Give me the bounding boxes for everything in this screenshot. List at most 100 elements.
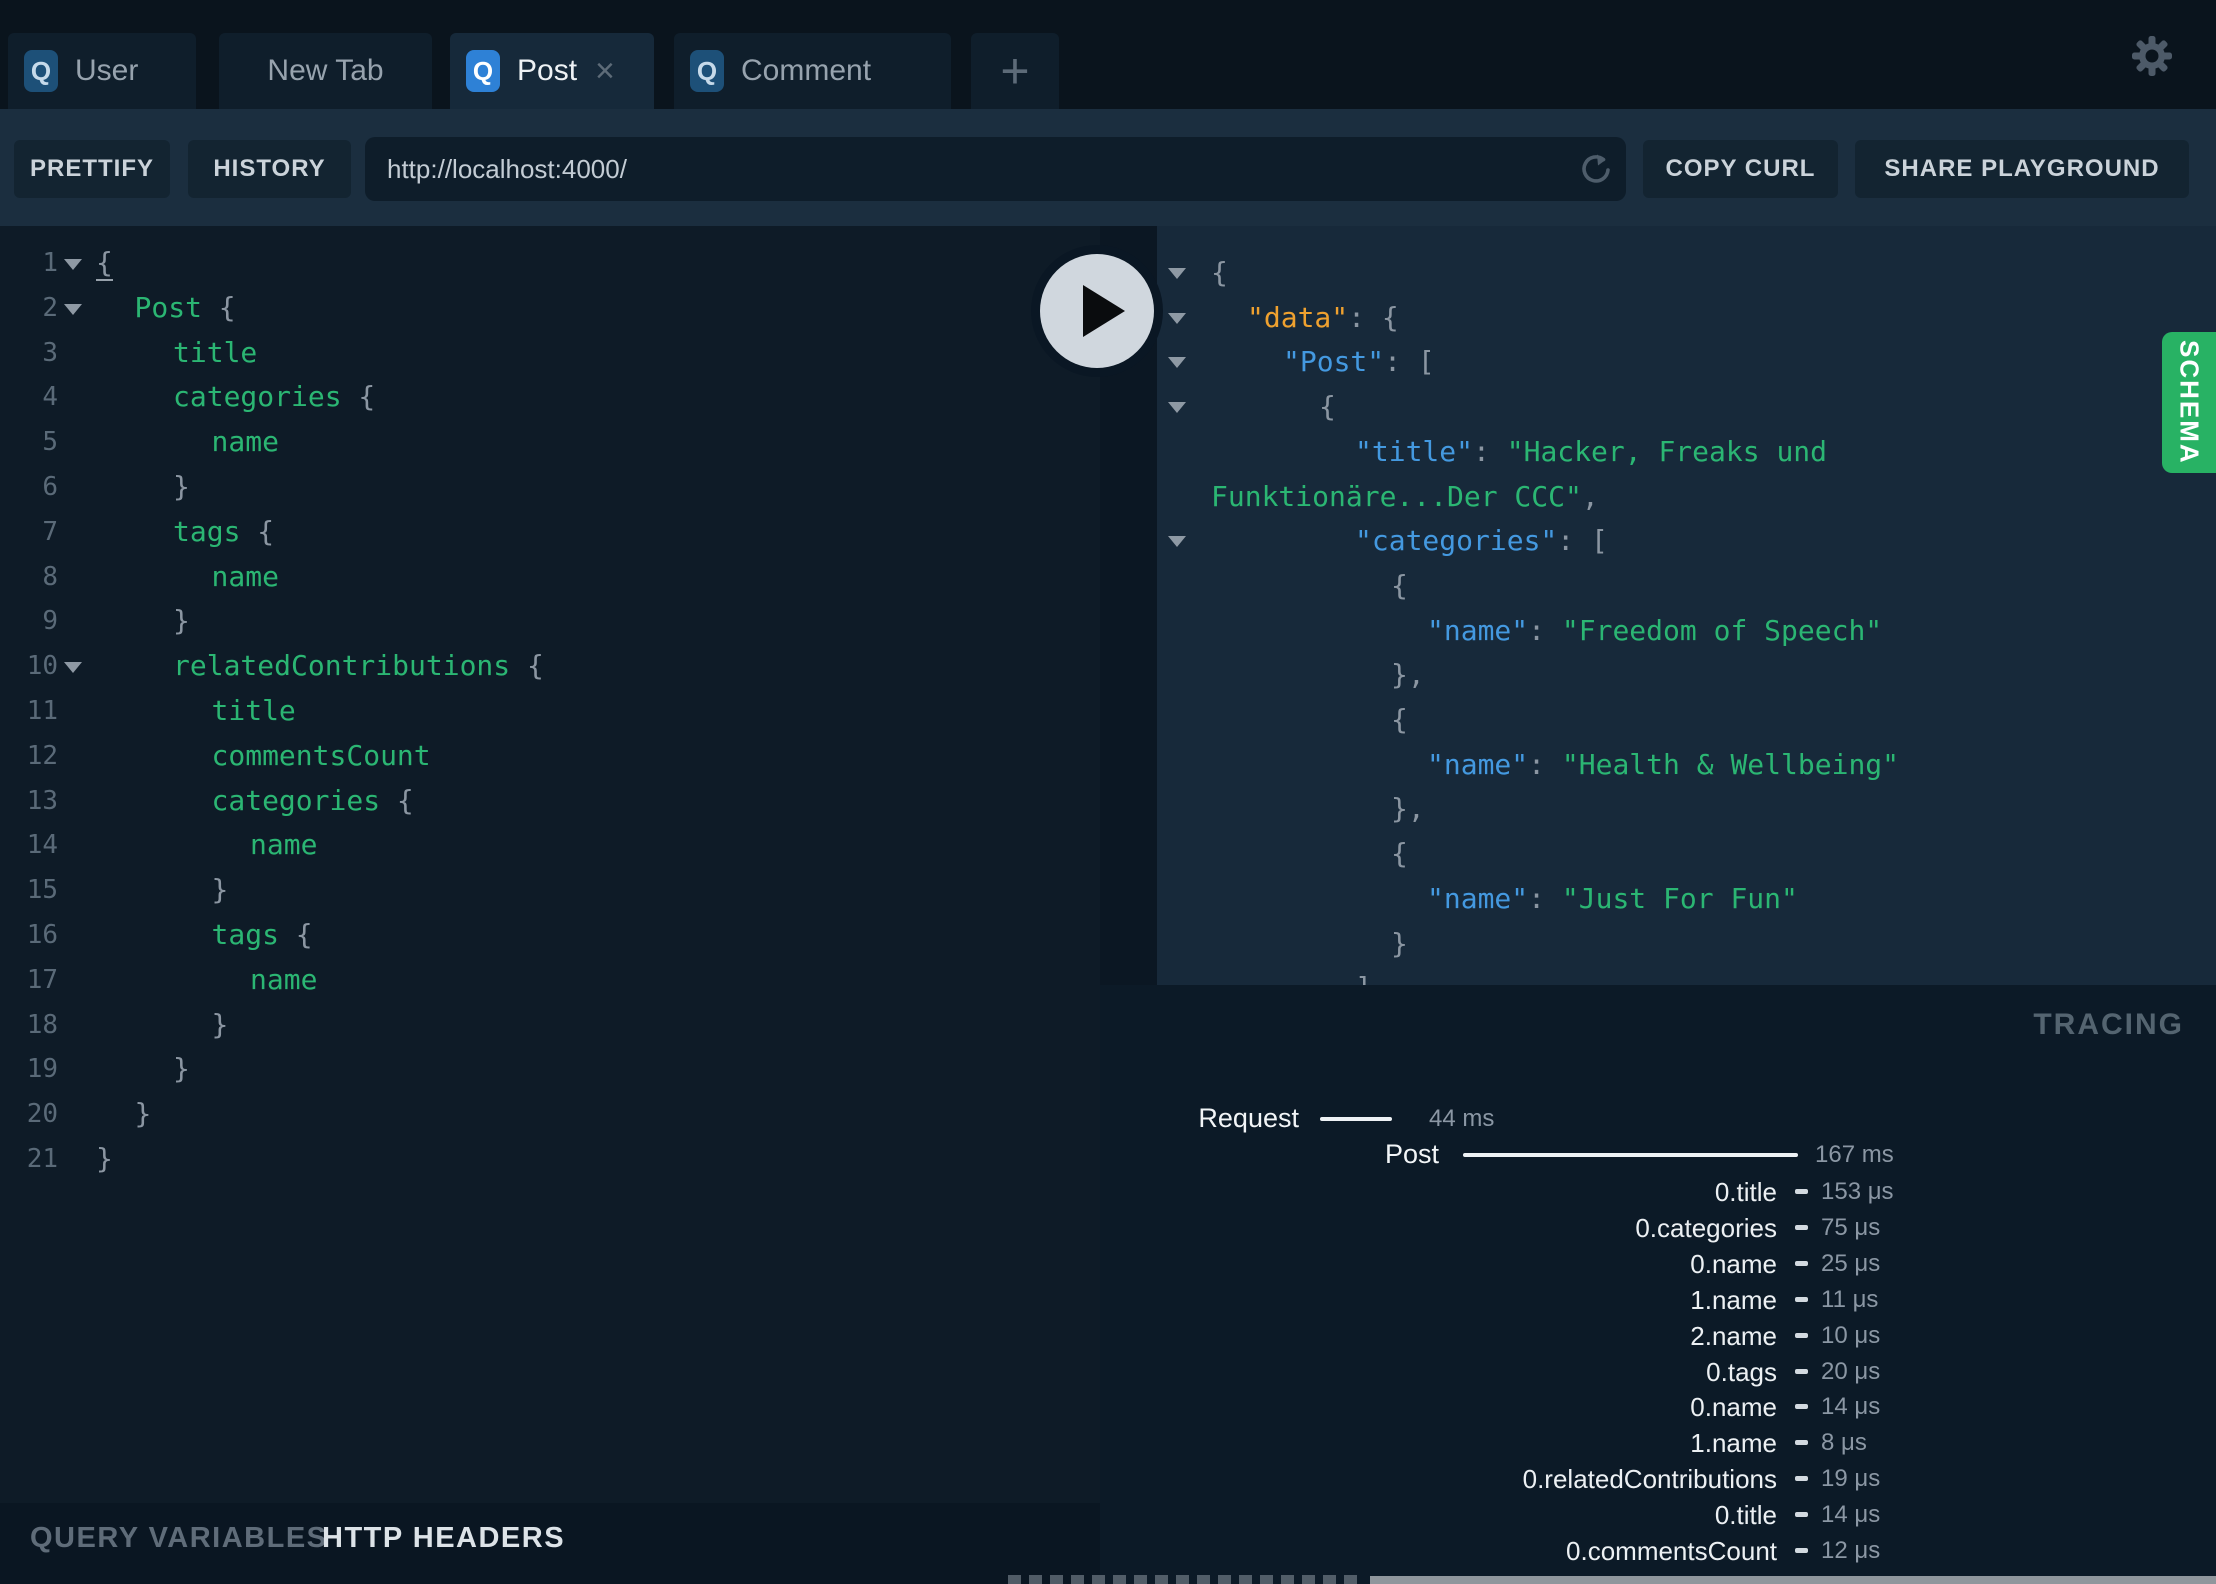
editor-line-number: 5 — [42, 427, 58, 458]
code-token: tags — [211, 918, 279, 951]
editor-code-line: name — [250, 958, 317, 1002]
editor-line-number: 11 — [26, 696, 58, 726]
tracing-field-label: 0.name — [1690, 1392, 1777, 1423]
clipped-bottom-text — [1008, 1575, 1364, 1584]
tab-user[interactable]: Q User — [8, 33, 196, 109]
json-token: } — [1391, 926, 1408, 960]
endpoint-url-input[interactable] — [365, 137, 1626, 201]
json-token: { — [1319, 390, 1336, 424]
fold-arrow-icon[interactable] — [64, 259, 82, 270]
json-token: { — [1391, 837, 1408, 871]
prettify-button[interactable]: PRETTIFY — [14, 140, 170, 198]
response-json-line: "data": { — [1247, 296, 1399, 340]
tracing-field-dash — [1795, 1512, 1808, 1518]
code-token: { — [240, 514, 275, 548]
editor-line-number: 20 — [26, 1099, 58, 1130]
http-headers-tab[interactable]: HTTP HEADERS — [322, 1522, 565, 1555]
response-json-line: }, — [1391, 787, 1425, 831]
fold-arrow-icon[interactable] — [1168, 536, 1186, 548]
tracing-field-dash — [1795, 1189, 1808, 1194]
response-json-line: "name": "Health & Wellbeing" — [1427, 743, 1899, 787]
editor-line-number: 10 — [26, 651, 58, 682]
editor-code-line: categories { — [173, 375, 375, 419]
tracing-post-time: 167 ms — [1815, 1141, 1894, 1168]
tracing-field-label: 1.name — [1690, 1428, 1777, 1459]
response-json-line: { — [1319, 385, 1336, 429]
settings-gear-icon[interactable] — [2130, 34, 2174, 78]
editor-line-number: 4 — [42, 382, 58, 413]
query-editor[interactable]: 1{2 Post {3 title 4 categories {5 name 6} 7 tags… — [0, 226, 1100, 1584]
horizontal-scrollbar[interactable] — [1370, 1576, 2216, 1584]
close-tab-icon[interactable]: × — [595, 54, 615, 88]
fold-arrow-icon[interactable] — [1168, 357, 1186, 369]
execute-query-button[interactable] — [1031, 245, 1163, 377]
fold-arrow-icon[interactable] — [1168, 312, 1186, 324]
response-json-line: } — [1391, 922, 1408, 966]
tracing-field-time: 19 μs — [1821, 1465, 1881, 1493]
history-button[interactable]: HISTORY — [188, 140, 351, 198]
json-token: "categories" — [1355, 524, 1558, 558]
tracing-panel: TRACING Request 44 ms Post 167 ms 0.title 153… — [1100, 985, 2216, 1584]
editor-line-number: 13 — [26, 785, 58, 816]
tracing-field-dash — [1795, 1296, 1808, 1302]
fold-arrow-icon[interactable] — [1168, 268, 1186, 279]
code-token: name — [250, 828, 318, 862]
tab-label: User — [75, 54, 139, 87]
json-token: "Hacker, Freaks und — [1506, 434, 1828, 468]
response-json-line: "name": "Freedom of Speech" — [1427, 609, 1882, 653]
response-json-line: { — [1391, 698, 1408, 742]
tab-label: New Tab — [267, 54, 384, 87]
copy-curl-button[interactable]: COPY CURL — [1643, 140, 1838, 198]
tracing-field-label: 0.title — [1714, 1500, 1777, 1531]
editor-line-number: 14 — [26, 830, 58, 861]
code-token: name — [211, 559, 279, 593]
editor-code-line: title — [212, 689, 296, 733]
new-tab-button[interactable]: + — [971, 33, 1059, 109]
schema-side-tab[interactable]: SCHEMA — [2162, 332, 2216, 473]
code-token: { — [201, 290, 236, 324]
code-token: title — [173, 335, 258, 369]
tracing-field-dash — [1795, 1332, 1808, 1338]
tracing-field-label: 1.name — [1690, 1284, 1777, 1315]
response-json-line: }, — [1391, 653, 1425, 697]
json-token: Funktionäre...Der CCC" — [1211, 479, 1582, 513]
code-token: name — [211, 425, 279, 459]
editor-code-line: } — [173, 1047, 190, 1091]
editor-code-line: } — [212, 868, 229, 912]
editor-line-number: 12 — [26, 740, 58, 771]
tracing-field-label: 0.tags — [1706, 1356, 1777, 1387]
json-token: "name" — [1427, 881, 1529, 915]
tracing-field-dash — [1795, 1368, 1808, 1374]
fold-arrow-icon[interactable] — [64, 662, 82, 674]
tab-post[interactable]: Q Post × — [450, 33, 654, 109]
reload-schema-icon[interactable] — [1578, 151, 1614, 187]
query-variables-tab[interactable]: QUERY VARIABLES — [30, 1522, 328, 1555]
tracing-field-time: 20 μs — [1821, 1357, 1881, 1385]
editor-line-number: 7 — [42, 516, 58, 547]
editor-line-number: 9 — [42, 606, 58, 637]
response-json-line: ] — [1355, 966, 1372, 985]
tracing-field-time: 14 μs — [1821, 1393, 1881, 1421]
code-token: } — [173, 470, 190, 503]
query-badge-icon: Q — [24, 50, 58, 92]
code-token: { — [380, 783, 414, 817]
code-token: } — [211, 873, 229, 907]
tab-new-tab[interactable]: New Tab — [219, 33, 432, 109]
tab-comment[interactable]: Q Comment — [674, 33, 951, 109]
response-json-line: Funktionäre...Der CCC", — [1211, 475, 1599, 519]
editor-code-line: name — [212, 555, 279, 599]
json-token: "title" — [1355, 434, 1474, 468]
editor-code-line: name — [250, 823, 317, 867]
editor-code-line: name — [212, 420, 279, 464]
query-badge-icon: Q — [690, 50, 724, 92]
response-json-line: { — [1211, 251, 1228, 295]
fold-arrow-icon[interactable] — [1168, 402, 1186, 414]
json-token: "Post" — [1283, 345, 1385, 379]
fold-arrow-icon[interactable] — [64, 303, 82, 315]
json-token: { — [1391, 703, 1408, 736]
json-token: "name" — [1427, 747, 1529, 781]
share-playground-button[interactable]: SHARE PLAYGROUND — [1855, 140, 2189, 198]
editor-line-number: 19 — [26, 1054, 58, 1085]
json-token: "Freedom of Speech" — [1561, 613, 1883, 647]
tracing-post-label: Post — [1384, 1139, 1439, 1169]
